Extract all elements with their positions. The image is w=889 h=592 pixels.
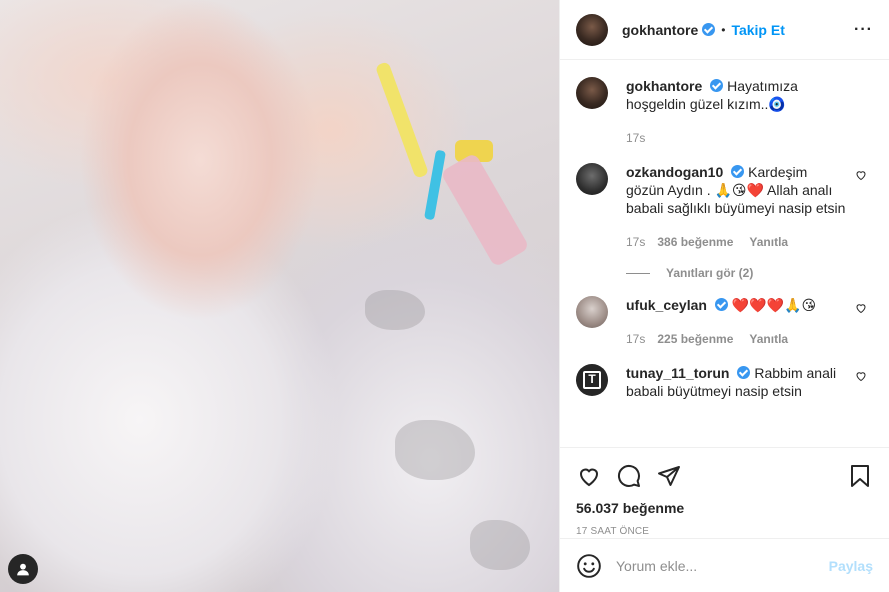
follow-button[interactable]: Takip Et <box>731 22 784 38</box>
heart-icon[interactable] <box>855 302 867 314</box>
caption-time[interactable]: 17s <box>626 129 645 147</box>
likes-count[interactable]: 56.037 beğenme <box>576 500 873 516</box>
more-options-button[interactable]: ··· <box>854 21 873 39</box>
divider <box>626 272 650 274</box>
share-icon[interactable] <box>656 463 682 489</box>
post-header: gokhantore • Takip Et ··· <box>560 0 889 60</box>
heart-icon[interactable] <box>855 370 867 382</box>
instagram-post: gokhantore • Takip Et ··· gokhantore Hay… <box>0 0 889 592</box>
add-comment-bar: Paylaş <box>560 538 889 592</box>
post-timestamp[interactable]: 17 SAAT ÖNCE <box>576 526 873 537</box>
photo-detail <box>365 290 425 330</box>
avatar[interactable] <box>576 296 608 328</box>
caption: gokhantore Hayatımıza hoşgeldin güzel kı… <box>576 77 873 147</box>
verified-badge-icon <box>737 366 751 379</box>
photo-detail <box>395 420 475 480</box>
avatar[interactable] <box>576 163 608 195</box>
author-username[interactable]: gokhantore <box>622 22 698 38</box>
comment-time[interactable]: 17s <box>626 233 645 251</box>
post-sidebar: gokhantore • Takip Et ··· gokhantore Hay… <box>559 0 889 592</box>
emoji-icon[interactable] <box>576 553 602 579</box>
comment-username[interactable]: ufuk_ceylan <box>626 297 707 313</box>
comment-likes[interactable]: 386 beğenme <box>657 233 733 251</box>
comment: ufuk_ceylan ❤️❤️❤️🙏😘 17s 225 beğenme Yan… <box>576 296 873 348</box>
reply-button[interactable]: Yanıtla <box>749 330 788 348</box>
comment-username[interactable]: ozkandogan10 <box>626 164 723 180</box>
photo-detail <box>470 520 530 570</box>
view-replies-button[interactable]: Yanıtları gör (2) <box>626 266 873 280</box>
post-photo[interactable] <box>0 0 559 592</box>
comments-list[interactable]: gokhantore Hayatımıza hoşgeldin güzel kı… <box>560 61 889 447</box>
avatar[interactable] <box>576 13 608 46</box>
bookmark-icon[interactable] <box>847 463 873 489</box>
comment-likes[interactable]: 225 beğenme <box>657 330 733 348</box>
heart-icon[interactable] <box>855 169 867 181</box>
comment-text: ❤️❤️❤️🙏😘 <box>731 297 817 313</box>
verified-badge-icon <box>731 165 745 178</box>
comment: T tunay_11_torun Rabbim anali babali büy… <box>576 364 873 400</box>
avatar[interactable] <box>576 77 608 109</box>
caption-username[interactable]: gokhantore <box>626 78 702 94</box>
comment-time[interactable]: 17s <box>626 330 645 348</box>
verified-badge-icon <box>702 23 716 36</box>
photo-detail <box>374 61 430 179</box>
view-replies-label: Yanıtları gör (2) <box>666 266 754 280</box>
user-tag-icon[interactable] <box>8 554 38 584</box>
comment-input[interactable] <box>616 557 829 574</box>
photo-detail <box>440 152 530 268</box>
separator: • <box>721 22 726 37</box>
comment-icon[interactable] <box>616 463 642 489</box>
comment: ozkandogan10 Kardeşim gözün Aydın . 🙏😘❤️… <box>576 163 873 251</box>
heart-icon[interactable] <box>576 463 602 489</box>
reply-button[interactable]: Yanıtla <box>749 233 788 251</box>
post-comment-button[interactable]: Paylaş <box>829 558 873 574</box>
comment-username[interactable]: tunay_11_torun <box>626 365 729 381</box>
avatar[interactable]: T <box>576 364 608 396</box>
photo-detail <box>423 149 447 221</box>
verified-badge-icon <box>714 298 728 311</box>
verified-badge-icon <box>710 79 724 92</box>
post-actions: 56.037 beğenme 17 SAAT ÖNCE <box>560 447 889 537</box>
